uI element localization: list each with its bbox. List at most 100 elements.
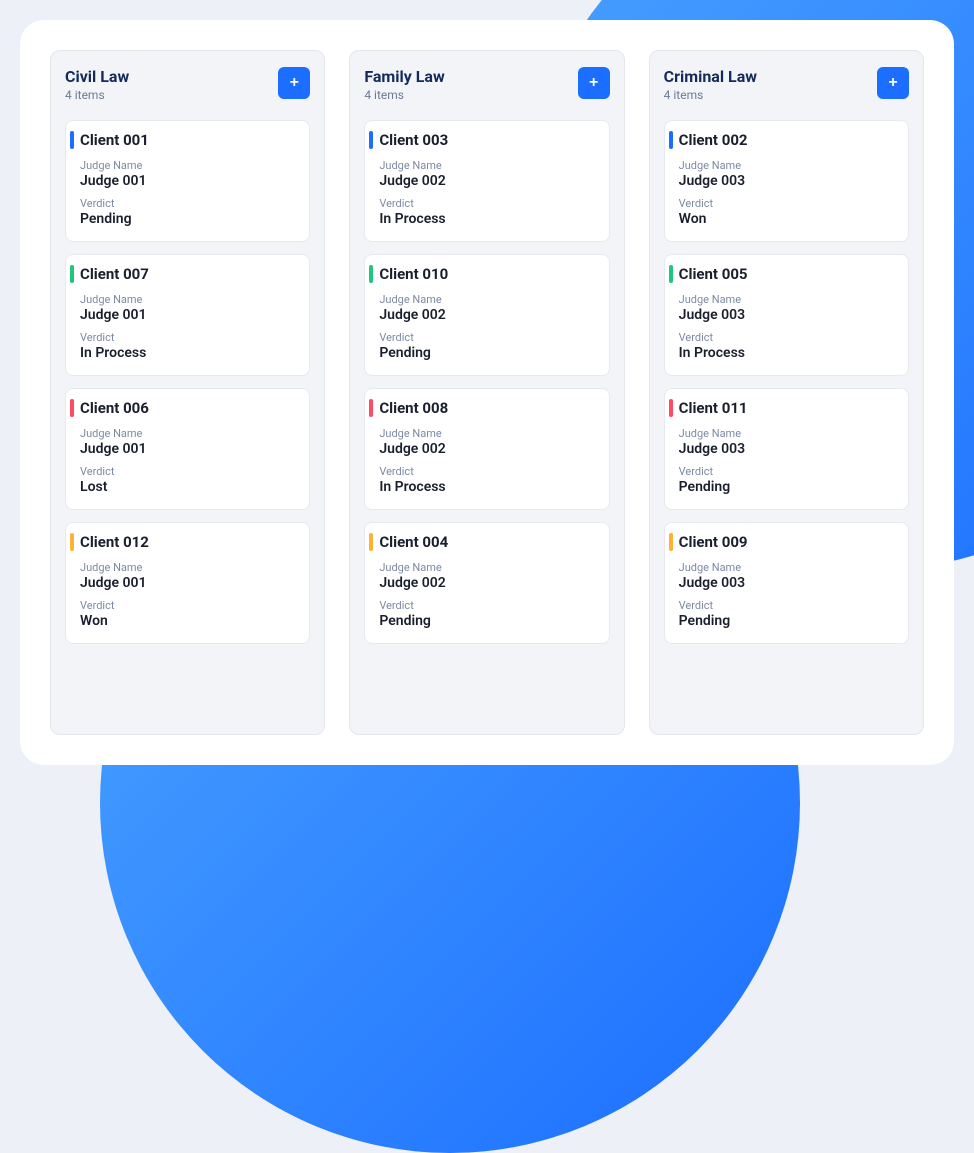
client-name: Client 007	[80, 265, 295, 283]
judge-name-value: Judge 003	[679, 441, 894, 457]
verdict-value: In Process	[679, 345, 894, 361]
kanban-column: Family Law4 items+Client 003Judge NameJu…	[349, 50, 624, 735]
add-card-button[interactable]: +	[578, 67, 610, 99]
column-title: Civil Law	[65, 67, 129, 86]
status-color-bar	[369, 131, 373, 149]
client-name: Client 012	[80, 533, 295, 551]
kanban-column: Civil Law4 items+Client 001Judge NameJud…	[50, 50, 325, 735]
client-name: Client 001	[80, 131, 295, 149]
status-color-bar	[669, 131, 673, 149]
client-name: Client 011	[679, 399, 894, 417]
judge-name-label: Judge Name	[679, 427, 894, 440]
status-color-bar	[369, 399, 373, 417]
judge-name-label: Judge Name	[80, 427, 295, 440]
judge-name-label: Judge Name	[679, 159, 894, 172]
client-name: Client 002	[679, 131, 894, 149]
verdict-label: Verdict	[379, 599, 594, 612]
kanban-board: Civil Law4 items+Client 001Judge NameJud…	[20, 20, 954, 765]
judge-name-value: Judge 001	[80, 173, 295, 189]
judge-name-label: Judge Name	[679, 293, 894, 306]
verdict-value: In Process	[379, 211, 594, 227]
judge-name-value: Judge 001	[80, 441, 295, 457]
case-card[interactable]: Client 006 Judge NameJudge 001 VerdictLost	[65, 388, 310, 510]
judge-name-label: Judge Name	[80, 561, 295, 574]
case-card[interactable]: Client 008Judge NameJudge 002VerdictIn P…	[364, 388, 609, 510]
judge-name-value: Judge 001	[80, 575, 295, 591]
column-item-count: 4 items	[364, 88, 444, 102]
verdict-value: Pending	[80, 211, 295, 227]
status-color-bar	[70, 533, 74, 551]
column-header: Criminal Law 4 items +	[664, 67, 909, 102]
judge-name-value: Judge 002	[379, 575, 594, 591]
column-title-group: Civil Law 4 items	[65, 67, 129, 102]
case-card[interactable]: Client 009Judge NameJudge 003VerdictPend…	[664, 522, 909, 644]
judge-name-label: Judge Name	[80, 293, 295, 306]
case-card[interactable]: Client 007 Judge NameJudge 001 VerdictIn P…	[65, 254, 310, 376]
verdict-label: Verdict	[679, 331, 894, 344]
status-color-bar	[669, 533, 673, 551]
judge-name-value: Judge 002	[379, 441, 594, 457]
verdict-value: Lost	[80, 479, 295, 495]
case-card[interactable]: Client 011Judge NameJudge 003VerdictPend…	[664, 388, 909, 510]
case-card[interactable]: Client 001Judge NameJudge 001VerdictPend…	[65, 120, 310, 242]
verdict-label: Verdict	[80, 599, 295, 612]
verdict-label: Verdict	[379, 331, 594, 344]
judge-name-value: Judge 002	[379, 173, 594, 189]
judge-name-label: Judge Name	[379, 293, 594, 306]
judge-name-value: Judge 003	[679, 173, 894, 189]
add-card-button[interactable]: +	[877, 67, 909, 99]
column-title-group: Family Law 4 items	[364, 67, 444, 102]
card-list: Client 001Judge NameJudge 001VerdictPend…	[65, 120, 310, 644]
judge-name-label: Judge Name	[679, 561, 894, 574]
status-color-bar	[70, 131, 74, 149]
verdict-value: Pending	[379, 613, 594, 629]
status-color-bar	[369, 533, 373, 551]
client-name: Client 006	[80, 399, 295, 417]
column-header: Family Law 4 items +	[364, 67, 609, 102]
case-card[interactable]: Client 004Judge NameJudge 002VerdictPend…	[364, 522, 609, 644]
case-card[interactable]: Client 003 Judge NameJudge 002 VerdictIn P…	[364, 120, 609, 242]
verdict-label: Verdict	[679, 197, 894, 210]
column-title: Family Law	[364, 67, 444, 86]
status-color-bar	[70, 399, 74, 417]
client-name: Client 009	[679, 533, 894, 551]
case-card[interactable]: Client 012 Judge NameJudge 001 VerdictWon	[65, 522, 310, 644]
verdict-value: Pending	[679, 613, 894, 629]
kanban-column: Criminal Law 4 items + Client 002 Judge Name…	[649, 50, 924, 735]
case-card[interactable]: Client 010Judge NameJudge 002VerdictPend…	[364, 254, 609, 376]
verdict-value: In Process	[379, 479, 594, 495]
column-title-group: Criminal Law 4 items	[664, 67, 757, 102]
verdict-label: Verdict	[80, 465, 295, 478]
judge-name-value: Judge 002	[379, 307, 594, 323]
client-name: Client 005	[679, 265, 894, 283]
judge-name-value: Judge 001	[80, 307, 295, 323]
column-item-count: 4 items	[65, 88, 129, 102]
judge-name-label: Judge Name	[379, 561, 594, 574]
plus-icon: +	[290, 74, 299, 92]
card-list: Client 003Judge NameJudge 002VerdictIn P…	[364, 120, 609, 644]
verdict-label: Verdict	[679, 599, 894, 612]
case-card[interactable]: Client 005Judge NameJudge 003VerdictIn P…	[664, 254, 909, 376]
status-color-bar	[669, 399, 673, 417]
status-color-bar	[369, 265, 373, 283]
column-header: Civil Law 4 items +	[65, 67, 310, 102]
plus-icon: +	[888, 74, 897, 92]
verdict-value: Pending	[679, 479, 894, 495]
client-name: Client 008	[379, 399, 594, 417]
verdict-value: Won	[80, 613, 295, 629]
client-name: Client 003	[379, 131, 594, 149]
verdict-label: Verdict	[379, 465, 594, 478]
judge-name-label: Judge Name	[379, 159, 594, 172]
verdict-label: Verdict	[379, 197, 594, 210]
case-card[interactable]: Client 002 Judge NameJudge 003 VerdictWon	[664, 120, 909, 242]
card-list: Client 002Judge NameJudge 003VerdictWonC…	[664, 120, 909, 644]
verdict-value: Won	[679, 211, 894, 227]
verdict-label: Verdict	[80, 331, 295, 344]
column-title: Criminal Law	[664, 67, 757, 86]
client-name: Client 010	[379, 265, 594, 283]
verdict-value: In Process	[80, 345, 295, 361]
verdict-label: Verdict	[80, 197, 295, 210]
column-item-count: 4 items	[664, 88, 757, 102]
status-color-bar	[70, 265, 74, 283]
add-card-button[interactable]: +	[278, 67, 310, 99]
